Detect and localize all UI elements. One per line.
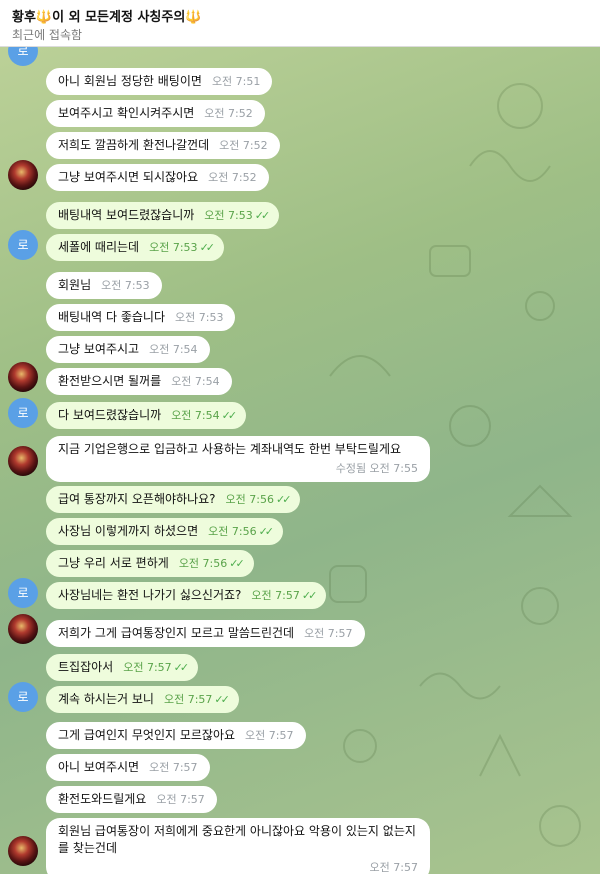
avatar[interactable] (8, 446, 38, 476)
avatar[interactable] (8, 836, 38, 866)
message-time: 오전 7:57 (156, 793, 205, 806)
message-time: 오전 7:56 ✓✓ (208, 525, 275, 538)
message-bubble[interactable]: 환전도와드릴게요 오전 7:57 (46, 786, 217, 813)
avatar[interactable]: 로 (8, 682, 38, 712)
message-time: 오전 7:53 (101, 279, 150, 292)
message-time: 오전 7:51 (211, 75, 261, 88)
message-bubble[interactable]: 환전받으시면 될꺼를 오전 7:54 (46, 368, 232, 395)
message-text: 저희가 그게 급여통장인지 모르고 말씀드린건데 (58, 626, 295, 640)
avatar[interactable] (8, 160, 38, 190)
message-text: 사장님네는 환전 나가기 싫으신거죠? (58, 588, 242, 602)
read-check-icon: ✓✓ (221, 409, 238, 422)
message-bubble[interactable]: 급여 통장까지 오픈해야하나요? 오전 7:56 ✓✓ (46, 486, 301, 513)
message-bubble[interactable]: 보여주시고 확인시켜주시면 오전 7:52 (46, 100, 265, 127)
message-text: 사장님 이렇게까지 하셨으면 (58, 524, 199, 538)
message-text: 저희도 깔끔하게 환전나갈껀데 (58, 138, 210, 152)
message-text: 그냥 우리 서로 편하게 (58, 556, 169, 570)
message-bubble[interactable]: 세폴에 때리는데 오전 7:53 ✓✓ (46, 234, 224, 261)
message-text: 그냥 보여주시면 되시잖아요 (58, 170, 199, 184)
message-text: 계속 하시는거 보니 (58, 692, 154, 706)
read-check-icon: ✓✓ (173, 661, 190, 674)
message-time: 오전 7:57 (304, 627, 353, 640)
message-bubble[interactable]: 배팅내역 다 좋습니다 오전 7:53 (46, 304, 236, 331)
message-text: 배팅내역 다 좋습니다 (58, 310, 165, 324)
message-bubble[interactable]: 배팅내역 보여드렸잖습니까 오전 7:53 ✓✓ (46, 202, 280, 229)
message-time: 오전 7:57 (149, 761, 198, 774)
message-bubble[interactable]: 사장님 이렇게까지 하셨으면 오전 7:56 ✓✓ (46, 518, 284, 545)
message-text: 보여주시고 확인시켜주시면 (58, 106, 195, 120)
message-time: 오전 7:57 ✓✓ (163, 693, 230, 706)
message-text: 아니 회원님 정당한 배팅이면 (58, 74, 202, 88)
message-time: 오전 7:54 (171, 375, 220, 388)
message-time: 오전 7:57 ✓✓ (123, 661, 190, 674)
message-bubble[interactable]: 그냥 보여주시면 되시잖아요 오전 7:52 (46, 164, 269, 191)
read-check-icon: ✓✓ (258, 525, 275, 538)
message-text: 지금 기업은행으로 입금하고 사용하는 계좌내역도 한번 부탁드릴게요 (58, 442, 402, 456)
message-text: 다 보여드렸잖습니까 (58, 408, 162, 422)
message-bubble[interactable]: 지금 기업은행으로 입금하고 사용하는 계좌내역도 한번 부탁드릴게요수정됨 오… (46, 436, 430, 482)
message-text: 세폴에 때리는데 (58, 240, 140, 254)
message-text: 그게 급여인지 무엇인지 모르잖아요 (58, 728, 236, 742)
message-time: 오전 7:56 ✓✓ (225, 493, 292, 506)
message-bubble[interactable]: 회원님 급여통장이 저희에게 중요한게 아니잖아요 악용이 있는지 없는지를 찾… (46, 818, 430, 874)
message-bubble[interactable]: 회원님 오전 7:53 (46, 272, 162, 299)
message-text: 급여 통장까지 오픈해야하나요? (58, 492, 216, 506)
message-time: 수정됨 오전 7:55 (335, 462, 418, 475)
avatar[interactable]: 로 (8, 230, 38, 260)
message-time: 오전 7:57 (369, 861, 418, 874)
avatar[interactable]: 로 (8, 578, 38, 608)
message-bubble[interactable]: 아니 회원님 정당한 배팅이면 오전 7:51 (46, 68, 273, 95)
message-time: 오전 7:53 (175, 311, 224, 324)
message-bubble[interactable]: 사장님네는 환전 나가기 싫으신거죠? 오전 7:57 ✓✓ (46, 582, 327, 609)
message-text: 배팅내역 보여드렸잖습니까 (58, 208, 195, 222)
avatar[interactable] (8, 614, 38, 644)
message-bubble[interactable]: 저희가 그게 급여통장인지 모르고 말씀드린건데 오전 7:57 (46, 620, 365, 647)
read-check-icon: ✓✓ (275, 493, 292, 506)
message-bubble[interactable]: 계속 하시는거 보니 오전 7:57 ✓✓ (46, 686, 239, 713)
read-check-icon: ✓✓ (254, 209, 271, 222)
message-text: 환전도와드릴게요 (58, 792, 147, 806)
message-text: 그냥 보여주시고 (58, 342, 140, 356)
chat-header: 황후🔱이 외 모든계정 사칭주의🔱 최근에 접속함 (0, 0, 600, 47)
last-seen-status: 최근에 접속함 (12, 28, 83, 42)
message-time: 오전 7:52 (219, 139, 268, 152)
message-time: 오전 7:56 ✓✓ (178, 557, 245, 570)
message-bubble[interactable]: 아니 보여주시면 오전 7:57 (46, 754, 210, 781)
read-check-icon: ✓✓ (214, 693, 230, 706)
read-check-icon: ✓✓ (229, 557, 245, 570)
chat-title[interactable]: 황후🔱이 외 모든계정 사칭주의🔱 (12, 6, 201, 25)
read-check-icon: ✓✓ (301, 589, 318, 602)
message-bubble[interactable]: 그냥 보여주시고 오전 7:54 (46, 336, 210, 363)
message-time: 오전 7:52 (208, 171, 257, 184)
message-time: 오전 7:52 (204, 107, 253, 120)
message-time: 오전 7:57 (245, 729, 294, 742)
message-list[interactable]: 로 아니 회원님 정당한 배팅이면 오전 7:51 보여주시고 확인시켜주시면 오전… (0, 46, 600, 874)
message-bubble[interactable]: 다 보여드렸잖습니까 오전 7:54 ✓✓ (46, 402, 247, 429)
message-time: 오전 7:54 ✓✓ (171, 409, 238, 422)
message-text: 환전받으시면 될꺼를 (58, 374, 162, 388)
message-bubble[interactable]: 트집잡아서 오전 7:57 ✓✓ (46, 654, 199, 681)
message-text: 트집잡아서 (58, 660, 114, 674)
message-text: 아니 보여주시면 (58, 760, 140, 774)
message-time: 오전 7:57 ✓✓ (251, 589, 318, 602)
read-check-icon: ✓✓ (199, 241, 216, 254)
avatar[interactable]: 로 (8, 398, 38, 428)
message-bubble[interactable]: 저희도 깔끔하게 환전나갈껀데 오전 7:52 (46, 132, 280, 159)
message-bubble[interactable]: 그냥 우리 서로 편하게 오전 7:56 ✓✓ (46, 550, 254, 577)
message-time: 오전 7:53 ✓✓ (204, 209, 271, 222)
message-bubble[interactable]: 그게 급여인지 무엇인지 모르잖아요 오전 7:57 (46, 722, 306, 749)
avatar[interactable] (8, 362, 38, 392)
message-time: 오전 7:53 ✓✓ (149, 241, 216, 254)
message-text: 회원님 (58, 278, 92, 292)
message-time: 오전 7:54 (149, 343, 198, 356)
message-text: 회원님 급여통장이 저희에게 중요한게 아니잖아요 악용이 있는지 없는지를 찾… (58, 824, 416, 855)
